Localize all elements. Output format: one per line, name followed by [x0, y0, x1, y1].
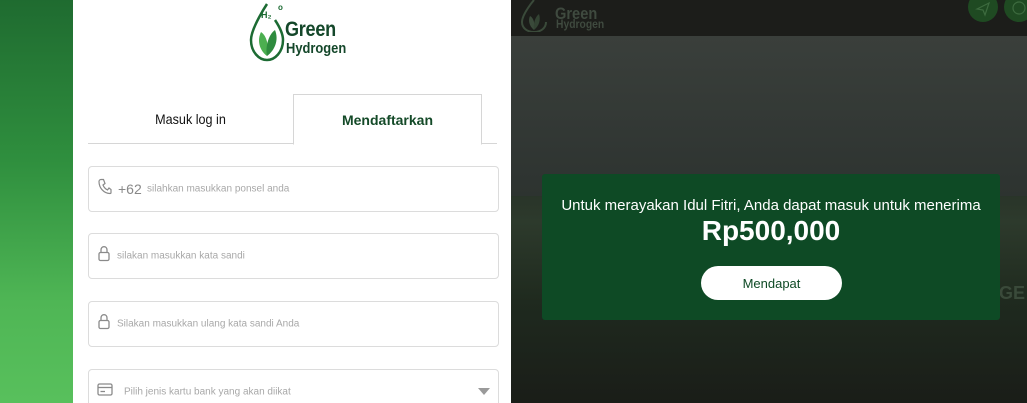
promo-message: Untuk merayakan Idul Fitri, Anda dapat m… — [561, 197, 981, 214]
chevron-down-icon — [478, 383, 490, 401]
lock-icon — [98, 246, 110, 267]
refresh-icon — [1012, 1, 1026, 15]
send-icon — [975, 1, 991, 17]
send-button[interactable] — [968, 0, 998, 22]
tab-register[interactable]: Mendaftarkan — [293, 94, 482, 145]
bank-card-placeholder: Pilih jenis kartu bank yang akan diikat — [124, 386, 291, 398]
phone-icon — [98, 178, 112, 200]
brand-logo: H₂ o Green Hydrogen — [245, 0, 355, 64]
refresh-button[interactable] — [1004, 0, 1027, 22]
password-placeholder: silakan masukkan kata sandi — [117, 250, 245, 262]
brand-name-line1: Green — [285, 18, 336, 41]
lock-icon — [98, 314, 110, 335]
promo-amount: Rp500,000 — [701, 215, 841, 246]
tab-login[interactable]: Masuk log in — [98, 94, 283, 143]
confirm-password-placeholder: Silakan masukkan ulang kata sandi Anda — [117, 318, 300, 330]
auth-tabs: Masuk log in Mendaftarkan — [88, 94, 497, 145]
claim-button[interactable]: Mendapat — [701, 266, 842, 300]
country-code: +62 — [118, 181, 142, 197]
confirm-password-field[interactable]: Silakan masukkan ulang kata sandi Anda — [88, 301, 499, 347]
left-green-strip — [0, 0, 73, 403]
formula-superscript: o — [278, 3, 283, 12]
card-icon — [97, 383, 113, 401]
leaf-icon: H₂ o — [249, 3, 285, 62]
formula-text: H₂ — [261, 10, 272, 20]
bank-card-select[interactable]: Pilih jenis kartu bank yang akan diikat — [88, 369, 499, 403]
phone-field[interactable]: +62 silahkan masukkan ponsel anda — [88, 166, 499, 212]
background-logo: Green Hydrogen — [517, 0, 604, 37]
background-banner-text: GE — [999, 283, 1026, 303]
phone-placeholder: silahkan masukkan ponsel anda — [147, 183, 290, 195]
password-field[interactable]: silakan masukkan kata sandi — [88, 233, 499, 279]
brand-name-line2: Hydrogen — [286, 40, 347, 57]
promo-modal: Untuk merayakan Idul Fitri, Anda dapat m… — [542, 174, 1000, 320]
leaf-icon — [520, 0, 547, 34]
registration-panel: H₂ o Green Hydrogen Masuk log in Mendaft… — [73, 0, 511, 403]
